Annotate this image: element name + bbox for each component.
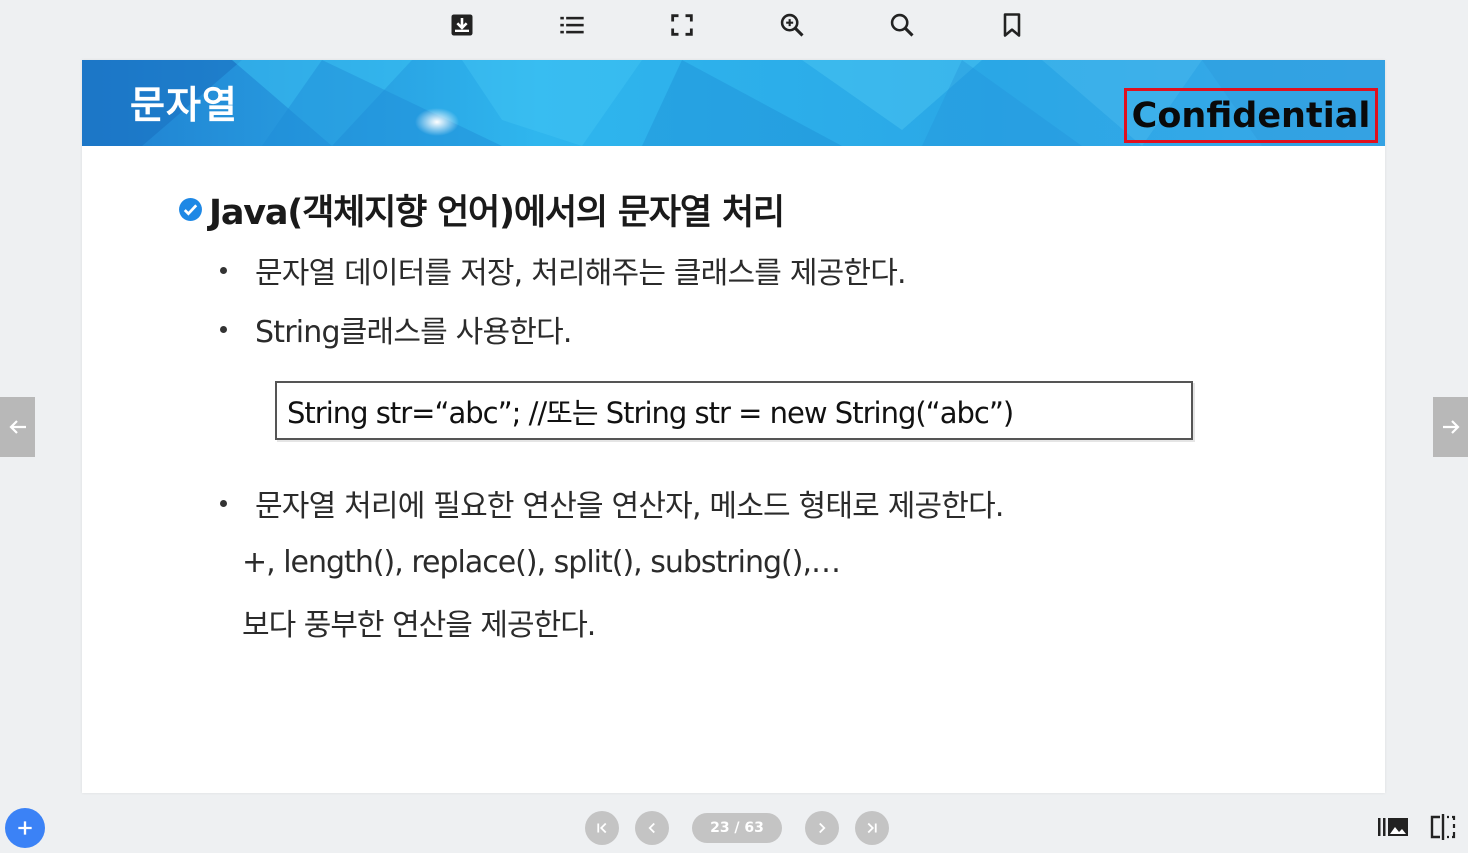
bottom-bar: 23 / 63 [0,800,1468,853]
first-page-icon [597,822,607,834]
thumbnail-view-button[interactable] [1376,812,1410,842]
add-button[interactable] [5,808,45,848]
page-indicator[interactable]: 23 / 63 [692,813,782,843]
previous-page-side-button[interactable] [0,397,35,457]
zoom-in-button[interactable] [776,8,808,42]
outline-list-button[interactable] [556,8,588,42]
fullscreen-button[interactable] [666,8,698,42]
plus-icon [18,821,32,835]
split-view-icon [1430,814,1456,840]
bullet-dot [220,499,227,507]
bullet-dot [220,325,227,333]
next-page-side-button[interactable] [1433,397,1468,457]
bullet-item: String클래스를 사용한다. [220,307,572,351]
gallery-icon [1378,818,1408,836]
bullet-text: 문자열 데이터를 저장, 처리해주는 클래스를 제공한다. [255,256,907,291]
bullet-item: 문자열 데이터를 저장, 처리해주는 클래스를 제공한다. [220,248,907,292]
list-icon [560,16,584,34]
zoom-in-icon [780,13,804,37]
slide-heading: Java(객체지향 언어)에서의 문자열 처리 [178,184,785,235]
bullet-dot [220,266,227,274]
code-example-box: String str=“abc”; //또는 String str = new … [275,381,1193,440]
bullet-text: 문자열 처리에 필요한 연산을 연산자, 메소드 형태로 제공한다. [255,489,1004,524]
methods-line: +, length(), replace(), split(), substri… [242,545,841,580]
bookmark-button[interactable] [996,8,1028,42]
next-page-button[interactable] [805,811,839,845]
split-view-button[interactable] [1426,812,1460,842]
bullet-item: 문자열 처리에 필요한 연산을 연산자, 메소드 형태로 제공한다. [220,481,1004,525]
rich-ops-line: 보다 풍부한 연산을 제공한다. [242,608,596,643]
slide-page: 문자열 Confidential Java(객체지향 언어)에서의 문자열 처리… [82,60,1385,793]
search-button[interactable] [886,8,918,42]
last-page-button[interactable] [855,811,889,845]
top-toolbar [0,0,1468,52]
previous-page-button[interactable] [635,811,669,845]
confidential-label: Confidential [1124,88,1378,143]
check-circle-icon [179,198,202,221]
download-icon [451,14,473,36]
download-button[interactable] [446,8,478,42]
arrow-right-icon [1442,420,1460,434]
first-page-button[interactable] [585,811,619,845]
heading-text: Java(객체지향 언어)에서의 문자열 처리 [209,193,785,233]
slide-title: 문자열 [130,83,238,127]
bullet-text: String클래스를 사용한다. [255,315,572,350]
search-icon [890,13,914,37]
chevron-right-icon [819,822,826,834]
chevron-left-icon [648,822,655,834]
arrow-left-icon [8,420,26,434]
slide-banner: 문자열 Confidential [82,60,1385,146]
fullscreen-icon [671,14,693,36]
bookmark-icon [1003,13,1021,37]
last-page-icon [867,822,877,834]
